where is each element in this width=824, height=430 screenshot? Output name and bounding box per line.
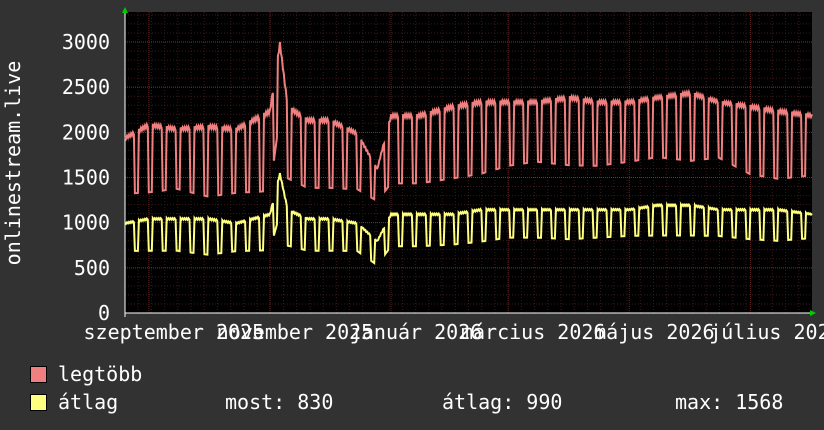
x-tick-label: március 2026 [461, 320, 606, 344]
y-tick-label: 500 [74, 256, 110, 280]
stat-now: most: 830 [225, 390, 334, 414]
x-tick-label: május 2026 [594, 320, 714, 344]
legend-avg-swatch [30, 394, 47, 411]
legend-max-label: legtöbb [58, 362, 143, 386]
stat-average: átlag: 990 [442, 390, 563, 414]
x-axis-arrow [810, 310, 816, 316]
stat-max: max: 1568 [675, 390, 784, 414]
y-axis-arrow [122, 7, 128, 13]
y-tick-label: 3000 [62, 30, 110, 54]
x-tick-label: július 2026 [709, 320, 824, 344]
y-tick-label: 1500 [62, 166, 110, 190]
y-tick-label: 2500 [62, 75, 110, 99]
y-axis-label: onlinestream.live [1, 61, 25, 266]
legend-avg-label: átlag [58, 390, 119, 414]
legend-max-swatch [30, 366, 47, 383]
y-tick-label: 2000 [62, 120, 110, 144]
y-tick-label: 1000 [62, 211, 110, 235]
